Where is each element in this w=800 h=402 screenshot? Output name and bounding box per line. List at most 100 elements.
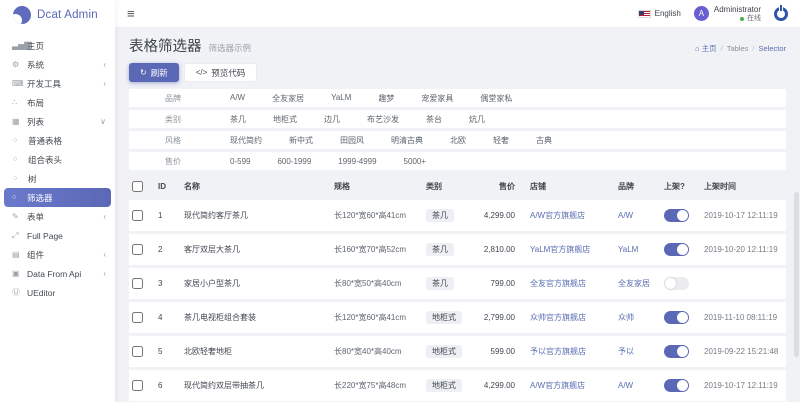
cell-id: 6 xyxy=(155,370,181,401)
filter-option[interactable]: 炕几 xyxy=(469,114,485,125)
shop-link[interactable]: 众帅官方旗舰店 xyxy=(530,313,586,322)
cell-spec: 长220*宽75*高48cm xyxy=(331,370,423,401)
sidebar-item-system[interactable]: ⚙系统‹ xyxy=(0,55,115,74)
breadcrumb-item-selector[interactable]: Selector xyxy=(758,44,786,53)
filter-option[interactable]: 新中式 xyxy=(289,135,313,146)
circle-icon: ○ xyxy=(13,156,28,163)
column-header-toggle[interactable]: 上架? xyxy=(661,176,701,197)
publish-toggle[interactable] xyxy=(664,243,689,256)
sidebar-item-normal-table[interactable]: ○普通表格 xyxy=(0,131,115,150)
preview-code-button[interactable]: </> 预览代码 xyxy=(184,63,258,82)
table-row: 3家居小户型茶几长80*宽50*高40cm茶几799.00全友官方旗舰店全友家居 xyxy=(129,268,786,299)
column-header-brand[interactable]: 品牌 xyxy=(615,176,661,197)
filter-option[interactable]: 偶堂家私 xyxy=(480,93,512,104)
filter-option[interactable]: 地柜式 xyxy=(273,114,297,125)
vertical-scrollbar[interactable] xyxy=(794,192,799,357)
row-select-cell xyxy=(129,302,155,333)
sidebar-item-full-page[interactable]: ⤢Full Page xyxy=(0,226,115,245)
brand-link[interactable]: A/W xyxy=(618,211,633,220)
user-menu[interactable]: A Administrator 在线 xyxy=(694,4,761,24)
sidebar-toggle-icon[interactable]: ≡ xyxy=(127,6,135,21)
circle-icon: ○ xyxy=(13,175,28,182)
sidebar-item-form[interactable]: ✎表单‹ xyxy=(0,207,115,226)
brand-link[interactable]: 全友家居 xyxy=(618,279,650,288)
cell-brand: 众帅 xyxy=(615,302,661,333)
us-flag-icon xyxy=(638,10,651,18)
cell-spec: 长160*宽70*高52cm xyxy=(331,234,423,265)
filter-option[interactable]: 全友家居 xyxy=(272,93,304,104)
filter-option[interactable]: 600-1999 xyxy=(277,157,311,166)
logout-power-icon[interactable] xyxy=(774,7,788,21)
cell-id: 1 xyxy=(155,200,181,231)
publish-toggle[interactable] xyxy=(664,209,689,222)
shop-link[interactable]: A/W官方旗舰店 xyxy=(530,211,585,220)
refresh-button[interactable]: ↻ 刷新 xyxy=(129,63,179,82)
sidebar-item-dev-tools[interactable]: ⌨开发工具‹ xyxy=(0,74,115,93)
filter-option[interactable]: 1999-4999 xyxy=(338,157,376,166)
filter-option[interactable]: 茶台 xyxy=(426,114,442,125)
cell-name: 客厅双层大茶几 xyxy=(181,234,331,265)
filter-option[interactable]: A/W xyxy=(230,93,245,104)
sidebar-item-tree[interactable]: ○树 xyxy=(0,169,115,188)
language-label: English xyxy=(655,9,681,18)
filter-option[interactable]: 边几 xyxy=(324,114,340,125)
filter-option[interactable]: 布艺沙发 xyxy=(367,114,399,125)
column-header-spec[interactable]: 规格 xyxy=(331,176,423,197)
row-checkbox[interactable] xyxy=(132,380,143,391)
filter-option[interactable]: 轻奢 xyxy=(493,135,509,146)
select-all-checkbox[interactable] xyxy=(132,181,143,192)
shop-link[interactable]: 予以官方旗舰店 xyxy=(530,347,586,356)
column-header-time[interactable]: 上架时间 xyxy=(701,176,786,197)
breadcrumb-item-主页[interactable]: ⌂ 主页 xyxy=(695,43,717,54)
row-checkbox[interactable] xyxy=(132,210,143,221)
publish-toggle[interactable] xyxy=(664,379,689,392)
toggle-knob xyxy=(677,346,688,357)
filter-option[interactable]: 0-599 xyxy=(230,157,250,166)
gear-icon: ⚙ xyxy=(12,60,27,69)
share-icon: ∴ xyxy=(12,98,27,107)
column-header-shop[interactable]: 店铺 xyxy=(527,176,615,197)
filter-option[interactable]: YaLM xyxy=(331,93,351,104)
row-checkbox[interactable] xyxy=(132,346,143,357)
sidebar-item-selector[interactable]: ○筛选器 xyxy=(4,188,111,207)
publish-toggle[interactable] xyxy=(664,345,689,358)
filter-option[interactable]: 北欧 xyxy=(450,135,466,146)
row-checkbox[interactable] xyxy=(132,312,143,323)
sidebar-item-ueditor[interactable]: ⓊUEditor xyxy=(0,283,115,302)
shop-link[interactable]: YaLM官方旗舰店 xyxy=(530,245,590,254)
shop-link[interactable]: A/W官方旗舰店 xyxy=(530,381,585,390)
publish-toggle[interactable] xyxy=(664,311,689,324)
breadcrumb: ⌂ 主页/Tables/Selector xyxy=(695,43,786,54)
sidebar-item-combined-header[interactable]: ○组合表头 xyxy=(0,150,115,169)
brand-link[interactable]: A/W xyxy=(618,381,633,390)
sidebar-item-home[interactable]: ▃▅▇主页 xyxy=(0,36,115,55)
shop-link[interactable]: 全友官方旗舰店 xyxy=(530,279,586,288)
filter-option[interactable]: 明清古典 xyxy=(391,135,423,146)
filter-option[interactable]: 茶几 xyxy=(230,114,246,125)
brand-link[interactable]: YaLM xyxy=(618,245,638,254)
publish-toggle[interactable] xyxy=(664,277,689,290)
brand-link[interactable]: 予以 xyxy=(618,347,634,356)
filter-option[interactable]: 现代简约 xyxy=(230,135,262,146)
filter-option[interactable]: 宠爱家具 xyxy=(421,93,453,104)
filter-option[interactable]: 趣梦 xyxy=(378,93,394,104)
sidebar-item-components[interactable]: ▤组件‹ xyxy=(0,245,115,264)
filter-option[interactable]: 5000+ xyxy=(404,157,426,166)
filter-option[interactable]: 田园风 xyxy=(340,135,364,146)
row-select-cell xyxy=(129,234,155,265)
column-header-price[interactable]: 售价 xyxy=(469,176,527,197)
sidebar-item-list[interactable]: ▦列表∨ xyxy=(0,112,115,131)
brand-link[interactable]: 众帅 xyxy=(618,313,634,322)
filter-option[interactable]: 古典 xyxy=(536,135,552,146)
row-checkbox[interactable] xyxy=(132,244,143,255)
column-header-category[interactable]: 类别 xyxy=(423,176,469,197)
filter-options: A/W 全友家居 YaLM 趣梦 宠爱家具 偶堂家私 xyxy=(230,93,512,104)
cell-category: 地柜式 xyxy=(423,370,469,401)
column-header-name[interactable]: 名称 xyxy=(181,176,331,197)
app-logo[interactable]: Dcat Admin xyxy=(0,0,115,30)
language-switcher[interactable]: English xyxy=(638,9,681,18)
sidebar-item-data-from-api[interactable]: ▣Data From Api‹ xyxy=(0,264,115,283)
row-checkbox[interactable] xyxy=(132,278,143,289)
sidebar-item-layout[interactable]: ∴布局 xyxy=(0,93,115,112)
column-header-id[interactable]: ID xyxy=(155,176,181,197)
